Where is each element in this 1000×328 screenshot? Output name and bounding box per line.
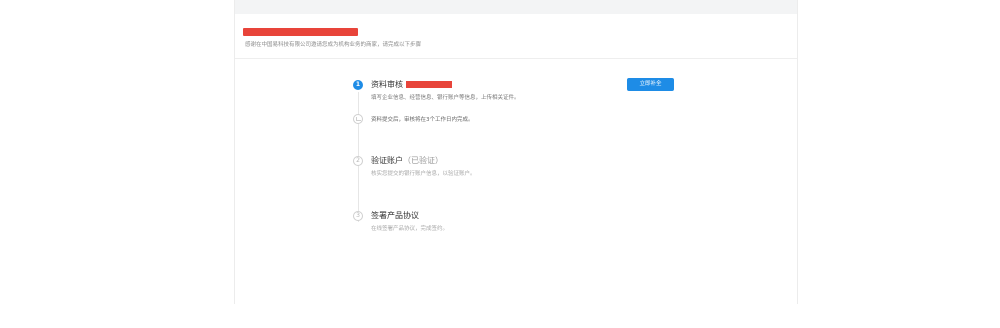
clock-icon [353, 114, 363, 124]
redacted-status [406, 81, 452, 88]
page-header: 感谢在中国易科技有限公司邀请您成为机构业务的商家，请完成以下步骤 [235, 14, 797, 59]
step-description: 填写企业信息、经营信息、银行账户等信息，上传相关证件。 [371, 95, 520, 101]
step-title-text: 验证账户 [371, 156, 403, 165]
step-title-text: 资料审核 [371, 80, 403, 89]
redacted-merchant-name [243, 28, 358, 36]
main-panel: 感谢在中国易科技有限公司邀请您成为机构业务的商家，请完成以下步骤 1 资料审核 … [234, 0, 798, 304]
intro-text: 感谢在中国易科技有限公司邀请您成为机构业务的商家，请完成以下步骤 [245, 42, 422, 48]
complete-now-button[interactable]: 立即补全 [627, 78, 674, 91]
top-bar [235, 0, 797, 14]
step-title: 签署产品协议 [371, 211, 419, 220]
step-description: 核实您提交的银行账户信息，以验证账户。 [371, 171, 476, 177]
step-title: 资料审核 [371, 79, 452, 90]
step-title: 验证账户（已验证） [371, 155, 443, 166]
step-number-3: 3 [353, 211, 363, 221]
step-description: 在线签署产品协议，完成签约。 [371, 226, 449, 232]
step-number-2: 2 [353, 156, 363, 166]
step-description: 资料提交后，审核将在3个工作日内完成。 [371, 117, 474, 123]
step-title-suffix: （已验证） [403, 156, 443, 165]
step-number-1: 1 [353, 80, 363, 90]
